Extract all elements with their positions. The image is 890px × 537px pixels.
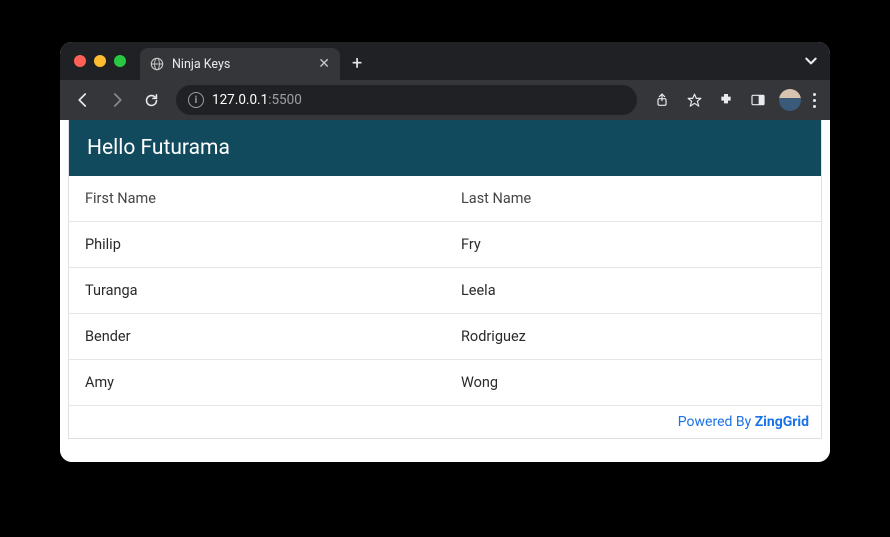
reload-button[interactable] — [136, 85, 166, 115]
globe-icon — [150, 57, 164, 71]
tab-title: Ninja Keys — [172, 57, 310, 72]
cell-last-name: Rodriguez — [445, 314, 821, 359]
table-row: Bender Rodriguez — [69, 314, 821, 360]
back-button[interactable] — [68, 85, 98, 115]
close-tab-icon[interactable]: ✕ — [318, 57, 330, 71]
browser-window: Ninja Keys ✕ + i 127.0.0.1:5500 — [60, 42, 830, 462]
cell-last-name: Fry — [445, 222, 821, 267]
close-window-button[interactable] — [74, 55, 86, 67]
table-row: Turanga Leela — [69, 268, 821, 314]
address-bar[interactable]: i 127.0.0.1:5500 — [176, 85, 637, 115]
forward-button[interactable] — [102, 85, 132, 115]
maximize-window-button[interactable] — [114, 55, 126, 67]
grid-header-row: First Name Last Name — [69, 176, 821, 222]
cell-first-name: Amy — [69, 360, 445, 405]
grid-caption: Hello Futurama — [69, 120, 821, 176]
minimize-window-button[interactable] — [94, 55, 106, 67]
site-info-icon[interactable]: i — [188, 92, 204, 108]
bookmark-icon[interactable] — [679, 85, 709, 115]
table-row: Amy Wong — [69, 360, 821, 406]
new-tab-button[interactable]: + — [352, 53, 362, 74]
share-icon[interactable] — [647, 85, 677, 115]
side-panel-icon[interactable] — [743, 85, 773, 115]
browser-tab[interactable]: Ninja Keys ✕ — [140, 48, 340, 80]
footer-brand-link[interactable]: ZingGrid — [755, 414, 809, 430]
cell-first-name: Philip — [69, 222, 445, 267]
cell-last-name: Leela — [445, 268, 821, 313]
cell-first-name: Turanga — [69, 268, 445, 313]
grid-footer: Powered By ZingGrid — [69, 406, 821, 438]
url-text: 127.0.0.1:5500 — [212, 92, 302, 108]
page-content: Hello Futurama First Name Last Name Phil… — [60, 120, 830, 462]
column-header[interactable]: First Name — [69, 176, 445, 221]
extensions-icon[interactable] — [711, 85, 741, 115]
table-row: Philip Fry — [69, 222, 821, 268]
footer-prefix: Powered By — [678, 414, 755, 430]
browser-toolbar: i 127.0.0.1:5500 — [60, 80, 830, 120]
profile-avatar[interactable] — [779, 89, 801, 111]
cell-first-name: Bender — [69, 314, 445, 359]
tabs-overflow-icon[interactable] — [804, 54, 818, 68]
tab-strip: Ninja Keys ✕ + — [60, 42, 830, 80]
column-header[interactable]: Last Name — [445, 176, 821, 221]
toolbar-right — [647, 85, 822, 115]
menu-icon[interactable] — [807, 93, 822, 108]
window-controls — [74, 55, 126, 67]
data-grid: Hello Futurama First Name Last Name Phil… — [68, 120, 822, 439]
cell-last-name: Wong — [445, 360, 821, 405]
